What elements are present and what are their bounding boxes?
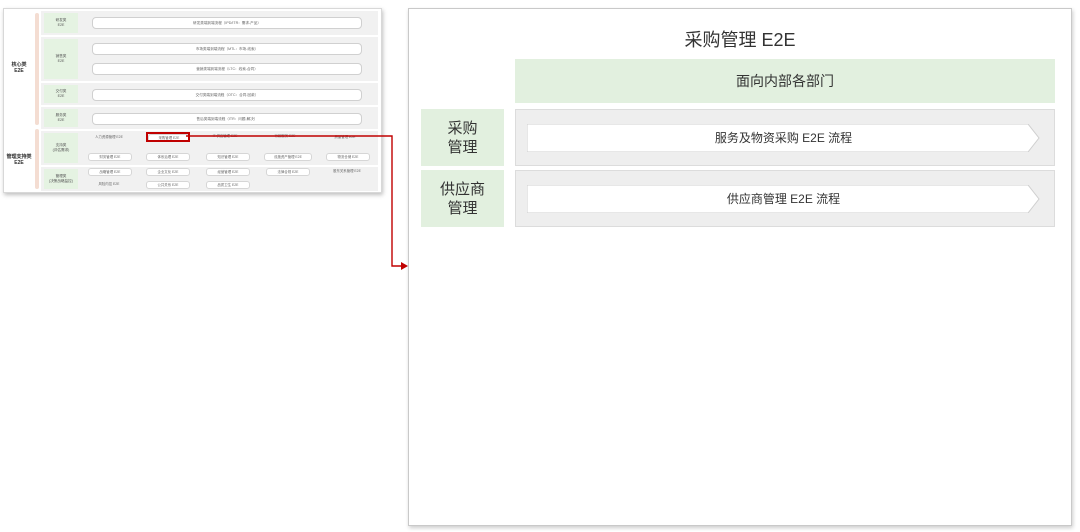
row-band-procurement: 服务及物资采购 E2E 流程 xyxy=(515,109,1055,166)
flow-label: 供应商管理 E2E 流程 xyxy=(726,192,841,206)
flow-arrow-supplier: 供应商管理 E2E 流程 xyxy=(527,185,1040,213)
flow-label: 服务及物资采购 E2E 流程 xyxy=(714,131,853,145)
detail-panel: 采购管理 E2E 面向内部各部门 采购 管理 服务及物资采购 E2E 流程 供应… xyxy=(408,8,1072,526)
row-band-supplier: 供应商管理 E2E 流程 xyxy=(515,170,1055,227)
row-tag-supplier: 供应商 管理 xyxy=(421,170,504,227)
row-tag-procurement: 采购 管理 xyxy=(421,109,504,166)
flow-arrow-procurement: 服务及物资采购 E2E 流程 xyxy=(527,124,1040,152)
panel-title: 采购管理 E2E xyxy=(684,30,796,50)
department-header: 面向内部各部门 xyxy=(515,59,1055,103)
